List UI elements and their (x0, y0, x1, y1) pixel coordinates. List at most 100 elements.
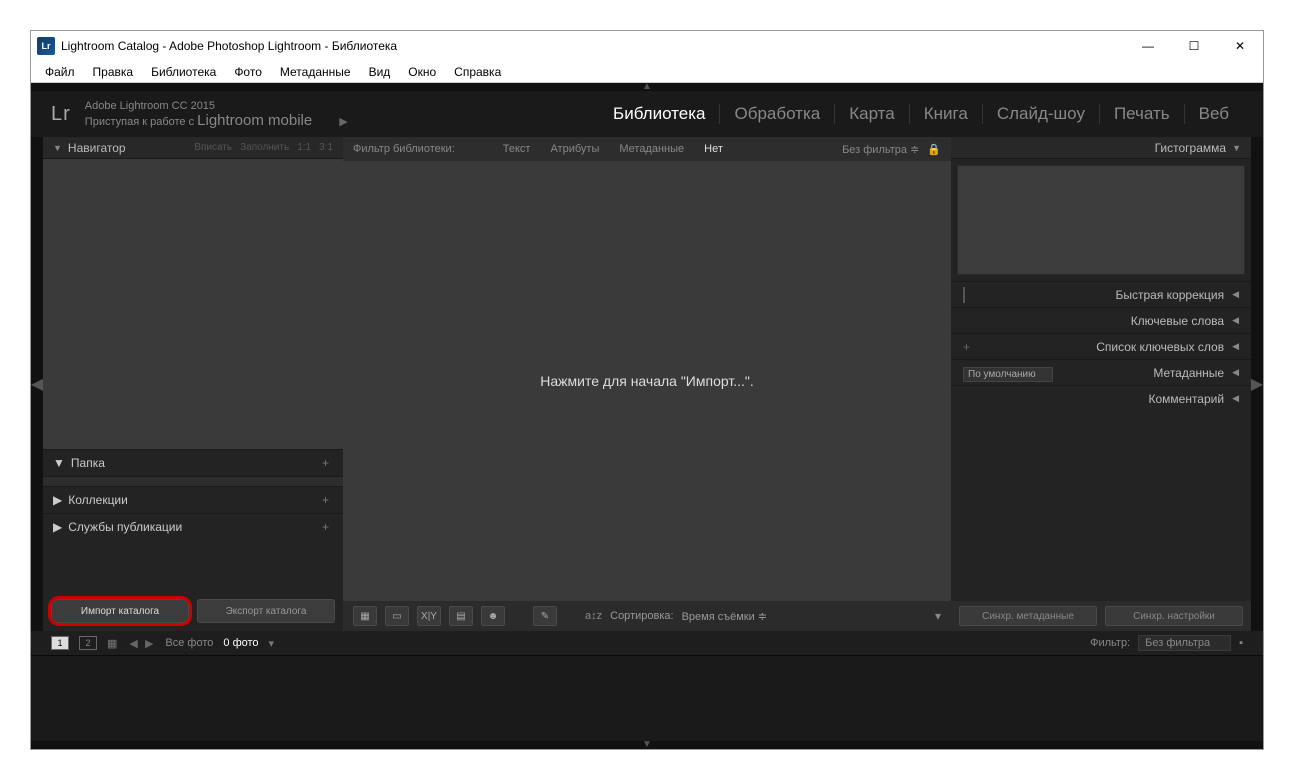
nav-3to1[interactable]: 3:1 (319, 142, 333, 153)
sync-settings-button[interactable]: Синхр. настройки (1105, 606, 1243, 626)
keywords-label: Ключевые слова (1131, 314, 1224, 328)
comments-expand-icon: ◀ (1232, 393, 1239, 404)
painter-icon[interactable]: ✎ (533, 606, 557, 626)
menu-view[interactable]: Вид (361, 63, 399, 81)
navigator-preview[interactable] (43, 159, 343, 449)
metadata-preset-dropdown[interactable]: По умолчанию (963, 367, 1053, 382)
filmstrip-filter-switch-icon[interactable]: ▪ (1239, 637, 1243, 649)
right-panel-toggle[interactable]: ▶ (1251, 137, 1263, 631)
menu-photo[interactable]: Фото (226, 63, 270, 81)
menu-edit[interactable]: Правка (85, 63, 142, 81)
keywords-header[interactable]: Ключевые слова ◀ (951, 307, 1251, 333)
histogram-view[interactable] (957, 165, 1245, 275)
nav-fit[interactable]: Вписать (194, 142, 232, 153)
filter-none[interactable]: Нет (700, 143, 727, 155)
menubar: Файл Правка Библиотека Фото Метаданные В… (31, 61, 1263, 83)
minimize-button[interactable]: — (1125, 31, 1171, 61)
collections-header[interactable]: ▶ Коллекции + (43, 487, 343, 513)
lightroom-app-icon: Lr (37, 37, 55, 55)
metadata-label: Метаданные (1153, 366, 1224, 380)
menu-metadata[interactable]: Метаданные (272, 63, 359, 81)
nav-fill[interactable]: Заполнить (240, 142, 289, 153)
module-slideshow[interactable]: Слайд-шоу (983, 104, 1100, 124)
folders-add-icon[interactable]: + (318, 456, 333, 470)
app-window: Lr Lightroom Catalog - Adobe Photoshop L… (30, 30, 1264, 750)
navigator-header[interactable]: ▼ Навигатор Вписать Заполнить 1:1 3:1 (43, 137, 343, 159)
identity-play-icon[interactable]: ▶ (339, 116, 347, 128)
right-panel-buttons: Синхр. метаданные Синхр. настройки (951, 601, 1251, 631)
collections-section: ▶ Коллекции + (43, 486, 343, 513)
right-panel: Гистограмма ▼ Быстрая коррекция ◀ Ключев… (951, 137, 1251, 631)
sync-metadata-button[interactable]: Синхр. метаданные (959, 606, 1097, 626)
folders-expand-icon: ▼ (53, 456, 65, 470)
histogram-header[interactable]: Гистограмма ▼ (951, 137, 1251, 159)
module-library[interactable]: Библиотека (599, 104, 720, 124)
identity-text: Adobe Lightroom CC 2015 Приступая к рабо… (85, 100, 348, 129)
filmstrip-filter-dropdown[interactable]: Без фильтра (1138, 635, 1231, 651)
nav-1to1[interactable]: 1:1 (297, 142, 311, 153)
keyword-list-header[interactable]: + Список ключевых слов ◀ (951, 333, 1251, 359)
grid-view[interactable]: Нажмите для начала "Импорт...". (343, 161, 951, 601)
filmstrip[interactable] (31, 655, 1263, 741)
view-loupe-icon[interactable]: ▭ (385, 606, 409, 626)
collections-expand-icon: ▶ (53, 493, 62, 507)
main-window-button[interactable]: 1 (51, 636, 69, 650)
identity-plate-row: Lr Adobe Lightroom CC 2015 Приступая к р… (31, 91, 1263, 137)
import-catalog-button[interactable]: Импорт каталога (51, 599, 189, 623)
quick-develop-header[interactable]: Быстрая коррекция ◀ (951, 281, 1251, 307)
module-web[interactable]: Веб (1185, 104, 1243, 124)
menu-library[interactable]: Библиотека (143, 63, 224, 81)
filmstrip-source-label[interactable]: Все фото (165, 637, 213, 649)
toolbar-more-icon[interactable]: ▾ (935, 609, 941, 623)
module-develop[interactable]: Обработка (720, 104, 835, 124)
collections-add-icon[interactable]: + (318, 493, 333, 507)
sort-az-icon[interactable]: a↕z (585, 610, 602, 622)
filter-lock-icon[interactable]: 🔒 (927, 143, 941, 156)
lr-logo: Lr (51, 103, 71, 126)
filmstrip-source-caret[interactable]: ▾ (269, 637, 275, 650)
comments-header[interactable]: Комментарий ◀ (951, 385, 1251, 411)
module-print[interactable]: Печать (1100, 104, 1185, 124)
second-window-button[interactable]: 2 (79, 636, 97, 650)
menu-file[interactable]: Файл (37, 63, 83, 81)
export-catalog-button[interactable]: Экспорт каталога (197, 599, 335, 623)
library-filter-label: Фильтр библиотеки: (353, 143, 455, 155)
filmstrip-grid-icon[interactable]: ▦ (107, 637, 117, 650)
folders-header[interactable]: ▼ Папка + (43, 450, 343, 476)
module-book[interactable]: Книга (910, 104, 983, 124)
view-people-icon[interactable]: ☻ (481, 606, 505, 626)
collections-label: Коллекции (68, 493, 128, 507)
view-grid-icon[interactable]: ▦ (353, 606, 377, 626)
center-toolbar: ▦ ▭ X|Y ▤ ☻ ✎ a↕z Сортировка: Время съём… (343, 601, 951, 631)
view-compare-icon[interactable]: X|Y (417, 606, 441, 626)
metadata-header[interactable]: По умолчанию Метаданные ◀ (951, 359, 1251, 385)
publish-add-icon[interactable]: + (318, 520, 333, 534)
bottom-panel-toggle[interactable]: ▼ (31, 741, 1263, 749)
view-survey-icon[interactable]: ▤ (449, 606, 473, 626)
identity-line2-brand[interactable]: Lightroom mobile (197, 112, 312, 129)
filter-attributes[interactable]: Атрибуты (546, 143, 603, 155)
maximize-button[interactable]: ☐ (1171, 31, 1217, 61)
folders-section: ▼ Папка + (43, 449, 343, 486)
keyword-list-expand-icon: ◀ (1232, 341, 1239, 352)
left-panel-buttons: Импорт каталога Экспорт каталога (43, 591, 343, 631)
menu-help[interactable]: Справка (446, 63, 509, 81)
navigator-zoom-options: Вписать Заполнить 1:1 3:1 (194, 142, 333, 153)
keyword-list-add-icon[interactable]: + (963, 340, 970, 354)
filter-preset-dropdown[interactable]: Без фильтра ≑ (842, 143, 919, 156)
top-panel-toggle[interactable]: ▲ (31, 83, 1263, 91)
module-map[interactable]: Карта (835, 104, 910, 124)
filmstrip-next-icon[interactable]: ▶ (145, 638, 153, 650)
filter-text[interactable]: Текст (499, 143, 535, 155)
main-area: ◀ ▼ Навигатор Вписать Заполнить 1:1 3:1 (31, 137, 1263, 631)
publish-label: Службы публикации (68, 520, 182, 534)
sort-dropdown[interactable]: Время съёмки ≑ (682, 610, 767, 623)
navigator-collapse-icon: ▼ (53, 143, 62, 153)
left-panel-toggle[interactable]: ◀ (31, 137, 43, 631)
publish-header[interactable]: ▶ Службы публикации + (43, 514, 343, 540)
close-button[interactable]: ✕ (1217, 31, 1263, 61)
quick-develop-stepper[interactable] (963, 287, 965, 303)
filter-metadata[interactable]: Метаданные (615, 143, 688, 155)
menu-window[interactable]: Окно (400, 63, 444, 81)
filmstrip-prev-icon[interactable]: ◀ (129, 638, 137, 650)
